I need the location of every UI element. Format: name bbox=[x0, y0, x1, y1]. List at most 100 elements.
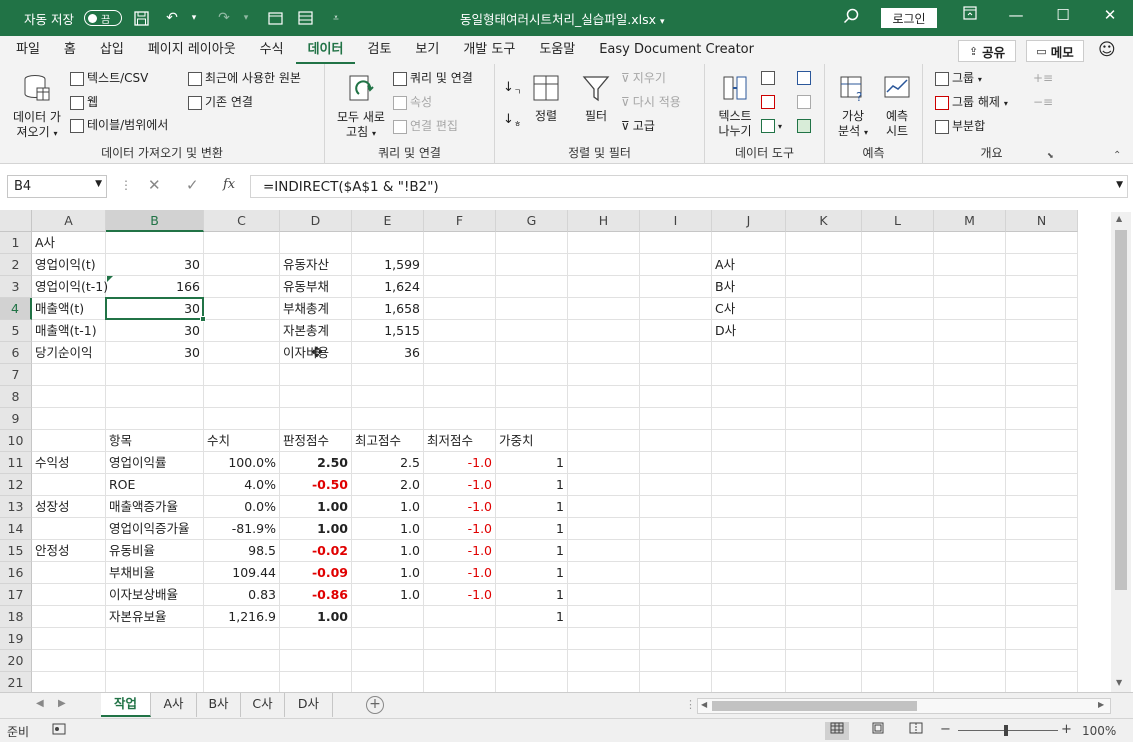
cell-h15[interactable] bbox=[568, 540, 640, 562]
cell-m3[interactable] bbox=[934, 276, 1006, 298]
cell-j20[interactable] bbox=[712, 650, 786, 672]
cell-m5[interactable] bbox=[934, 320, 1006, 342]
cell-n14[interactable] bbox=[1006, 518, 1078, 540]
cell-j10[interactable] bbox=[712, 430, 786, 452]
cell-d21[interactable] bbox=[280, 672, 352, 692]
cell-b12[interactable]: ROE bbox=[106, 474, 204, 496]
cell-a12[interactable] bbox=[32, 474, 106, 496]
row-header-21[interactable]: 21 bbox=[0, 672, 32, 692]
cell-i15[interactable] bbox=[640, 540, 712, 562]
cell-k12[interactable] bbox=[786, 474, 862, 496]
cell-f9[interactable] bbox=[424, 408, 496, 430]
cell-n8[interactable] bbox=[1006, 386, 1078, 408]
cell-h5[interactable] bbox=[568, 320, 640, 342]
expand-formula-bar-icon[interactable]: ▼ bbox=[1116, 180, 1123, 190]
cell-l8[interactable] bbox=[862, 386, 934, 408]
cancel-icon[interactable]: ✕ bbox=[148, 176, 161, 194]
cell-l13[interactable] bbox=[862, 496, 934, 518]
cell-l15[interactable] bbox=[862, 540, 934, 562]
cell-c20[interactable] bbox=[204, 650, 280, 672]
cell-h6[interactable] bbox=[568, 342, 640, 364]
cell-h17[interactable] bbox=[568, 584, 640, 606]
cell-f1[interactable] bbox=[424, 232, 496, 254]
cell-c15[interactable]: 98.5 bbox=[204, 540, 280, 562]
cell-e3[interactable]: 1,624 bbox=[352, 276, 424, 298]
cell-i11[interactable] bbox=[640, 452, 712, 474]
cell-m6[interactable] bbox=[934, 342, 1006, 364]
cell-m10[interactable] bbox=[934, 430, 1006, 452]
cell-f11[interactable]: -1.0 bbox=[424, 452, 496, 474]
cell-h21[interactable] bbox=[568, 672, 640, 692]
cell-l17[interactable] bbox=[862, 584, 934, 606]
cell-l9[interactable] bbox=[862, 408, 934, 430]
cell-e10[interactable]: 최고점수 bbox=[352, 430, 424, 452]
tab-home[interactable]: 홈 bbox=[52, 36, 88, 64]
cell-j15[interactable] bbox=[712, 540, 786, 562]
cell-k9[interactable] bbox=[786, 408, 862, 430]
row-header-7[interactable]: 7 bbox=[0, 364, 32, 386]
cell-d10[interactable]: 판정점수 bbox=[280, 430, 352, 452]
cell-d12[interactable]: -0.50 bbox=[280, 474, 352, 496]
recent-sources-button[interactable]: 최근에 사용한 원본 bbox=[188, 71, 301, 86]
cell-b15[interactable]: 유동비율 bbox=[106, 540, 204, 562]
cell-m1[interactable] bbox=[934, 232, 1006, 254]
row-header-2[interactable]: 2 bbox=[0, 254, 32, 276]
cell-l5[interactable] bbox=[862, 320, 934, 342]
cell-j21[interactable] bbox=[712, 672, 786, 692]
cell-g14[interactable]: 1 bbox=[496, 518, 568, 540]
zoom-out-icon[interactable]: − bbox=[940, 722, 951, 737]
cell-l2[interactable] bbox=[862, 254, 934, 276]
existing-connections-button[interactable]: 기존 연결 bbox=[188, 95, 253, 110]
cell-m17[interactable] bbox=[934, 584, 1006, 606]
cell-c17[interactable]: 0.83 bbox=[204, 584, 280, 606]
clear-filter-button[interactable]: ⊽ 지우기 bbox=[621, 71, 666, 86]
cell-j11[interactable] bbox=[712, 452, 786, 474]
column-header-e[interactable]: E bbox=[352, 210, 424, 232]
cell-c6[interactable] bbox=[204, 342, 280, 364]
hide-detail-icon[interactable]: −≡ bbox=[1033, 95, 1053, 110]
row-header-20[interactable]: 20 bbox=[0, 650, 32, 672]
cell-j12[interactable] bbox=[712, 474, 786, 496]
cell-j3[interactable]: B사 bbox=[712, 276, 786, 298]
cell-e2[interactable]: 1,599 bbox=[352, 254, 424, 276]
cell-a21[interactable] bbox=[32, 672, 106, 692]
row-header-15[interactable]: 15 bbox=[0, 540, 32, 562]
column-header-i[interactable]: I bbox=[640, 210, 712, 232]
cell-f6[interactable] bbox=[424, 342, 496, 364]
form-icon[interactable] bbox=[296, 8, 316, 28]
cell-m13[interactable] bbox=[934, 496, 1006, 518]
cell-i9[interactable] bbox=[640, 408, 712, 430]
tab-easy-document-creator[interactable]: Easy Document Creator bbox=[587, 36, 766, 64]
cell-f21[interactable] bbox=[424, 672, 496, 692]
row-header-6[interactable]: 6 bbox=[0, 342, 32, 364]
cell-c13[interactable]: 0.0% bbox=[204, 496, 280, 518]
cell-l10[interactable] bbox=[862, 430, 934, 452]
select-all-corner[interactable] bbox=[0, 210, 32, 232]
cell-j13[interactable] bbox=[712, 496, 786, 518]
row-header-5[interactable]: 5 bbox=[0, 320, 32, 342]
cell-g1[interactable] bbox=[496, 232, 568, 254]
cell-a17[interactable] bbox=[32, 584, 106, 606]
save-icon[interactable] bbox=[132, 8, 152, 28]
next-sheet-icon[interactable]: ▶ bbox=[58, 698, 66, 709]
cell-m2[interactable] bbox=[934, 254, 1006, 276]
cell-g6[interactable] bbox=[496, 342, 568, 364]
insert-function-icon[interactable]: fx bbox=[223, 177, 235, 192]
cell-n21[interactable] bbox=[1006, 672, 1078, 692]
cell-l18[interactable] bbox=[862, 606, 934, 628]
consolidate-icon[interactable] bbox=[797, 70, 814, 85]
flash-fill-icon[interactable] bbox=[761, 70, 778, 85]
cell-b5[interactable]: 30 bbox=[106, 320, 204, 342]
spreadsheet-grid[interactable]: A B C D E F G H I J K L M N 1 A사 2 영업이익(t) 30 유동자산 1,599 A사 3 영… bbox=[0, 210, 1133, 692]
row-header-8[interactable]: 8 bbox=[0, 386, 32, 408]
cell-e17[interactable]: 1.0 bbox=[352, 584, 424, 606]
cell-c21[interactable] bbox=[204, 672, 280, 692]
cell-l11[interactable] bbox=[862, 452, 934, 474]
cell-b21[interactable] bbox=[106, 672, 204, 692]
cell-l1[interactable] bbox=[862, 232, 934, 254]
tab-page-layout[interactable]: 페이지 레이아웃 bbox=[136, 36, 248, 64]
cell-k1[interactable] bbox=[786, 232, 862, 254]
edit-links-button[interactable]: 연결 편집 bbox=[393, 119, 458, 134]
cell-d13[interactable]: 1.00 bbox=[280, 496, 352, 518]
cell-b8[interactable] bbox=[106, 386, 204, 408]
